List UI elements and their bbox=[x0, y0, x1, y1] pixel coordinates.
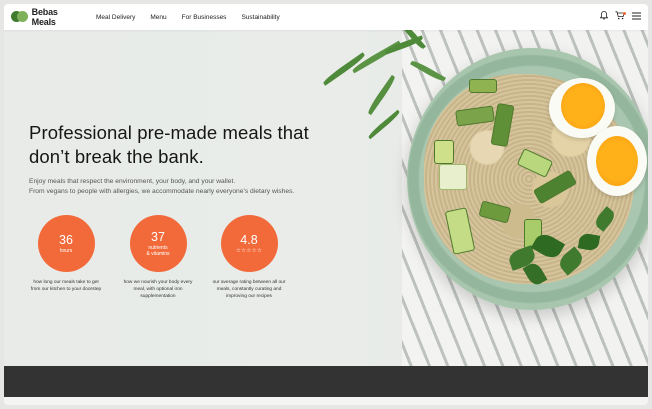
dark-band-section bbox=[4, 366, 648, 397]
hero-title-line-1: Professional pre-made meals that bbox=[29, 122, 309, 143]
brand-logo[interactable]: Bebas Meals bbox=[11, 7, 83, 27]
nav-item-menu[interactable]: Menu bbox=[150, 14, 166, 21]
stat-circle: 4.8 ☆☆☆☆☆ bbox=[220, 215, 278, 272]
hero-title-line-2: don’t break the bank. bbox=[29, 146, 204, 167]
stat-value: 36 bbox=[59, 232, 73, 247]
stat-circle: 36 hours bbox=[37, 215, 95, 272]
nav-actions bbox=[593, 11, 641, 23]
hero-subtitle-line-2: From vegans to people with allergies, we… bbox=[29, 188, 295, 195]
stat-caption-line: from our kitchen to your doorstep bbox=[30, 287, 102, 293]
nav-item-sustainability[interactable]: Sustainability bbox=[241, 14, 279, 21]
brand-name: Bebas Meals bbox=[31, 7, 58, 27]
egg-yolk bbox=[561, 83, 605, 129]
stat-caption-line: how we nourish your body every bbox=[123, 280, 193, 285]
stat-caption-line: meal, with optional iron bbox=[133, 287, 183, 293]
star-rating-icon: ☆☆☆☆☆ bbox=[235, 247, 263, 254]
rosemary-leaf bbox=[366, 74, 397, 116]
next-section-edge bbox=[4, 397, 648, 405]
stat-caption-line: how long our meals take to get bbox=[33, 280, 99, 285]
hero-subtitle-line-1: Enjoy meals that respect the environment… bbox=[29, 178, 236, 185]
top-navbar: Bebas Meals Meal Delivery Menu For Busin… bbox=[4, 4, 648, 30]
stat-value: 4.8 bbox=[240, 232, 258, 247]
rosemary-leaf bbox=[367, 109, 401, 140]
stat-circle: 37 nutrients & vitamins bbox=[129, 215, 187, 272]
hero-title: Professional pre-made meals that don’t b… bbox=[29, 121, 349, 169]
stat-unit: hours bbox=[59, 247, 73, 254]
bell-icon[interactable] bbox=[599, 11, 609, 23]
stat-caption-line: meals, constantly curating and bbox=[216, 287, 282, 293]
stat-caption: our average rating between all our meals… bbox=[194, 279, 304, 301]
stat-caption-line: improving our recipes bbox=[226, 294, 272, 300]
browser-page: Bebas Meals Meal Delivery Menu For Busin… bbox=[4, 4, 648, 405]
stat-rating: 4.8 ☆☆☆☆☆ our average rating between all… bbox=[194, 215, 304, 301]
main-menu: Meal Delivery Menu For Businesses Sustai… bbox=[96, 14, 295, 21]
stat-caption-line: supplementation bbox=[140, 294, 176, 300]
stat-caption-line: our average rating between all our bbox=[212, 280, 286, 285]
zucchini-piece bbox=[434, 140, 454, 164]
cart-icon[interactable] bbox=[615, 11, 626, 23]
cart-badge bbox=[623, 12, 626, 15]
logo-icon bbox=[11, 10, 28, 24]
hamburger-menu-icon[interactable] bbox=[632, 11, 641, 23]
zucchini-piece bbox=[439, 164, 467, 190]
stat-value: 37 bbox=[151, 229, 165, 244]
hero-subtitle: Enjoy meals that respect the environment… bbox=[29, 177, 359, 197]
nav-item-meal-delivery[interactable]: Meal Delivery bbox=[96, 14, 135, 21]
stat-unit: & vitamins bbox=[146, 250, 170, 257]
egg-yolk bbox=[596, 136, 638, 186]
nav-item-for-businesses[interactable]: For Businesses bbox=[182, 14, 227, 21]
zucchini-piece bbox=[469, 79, 497, 93]
